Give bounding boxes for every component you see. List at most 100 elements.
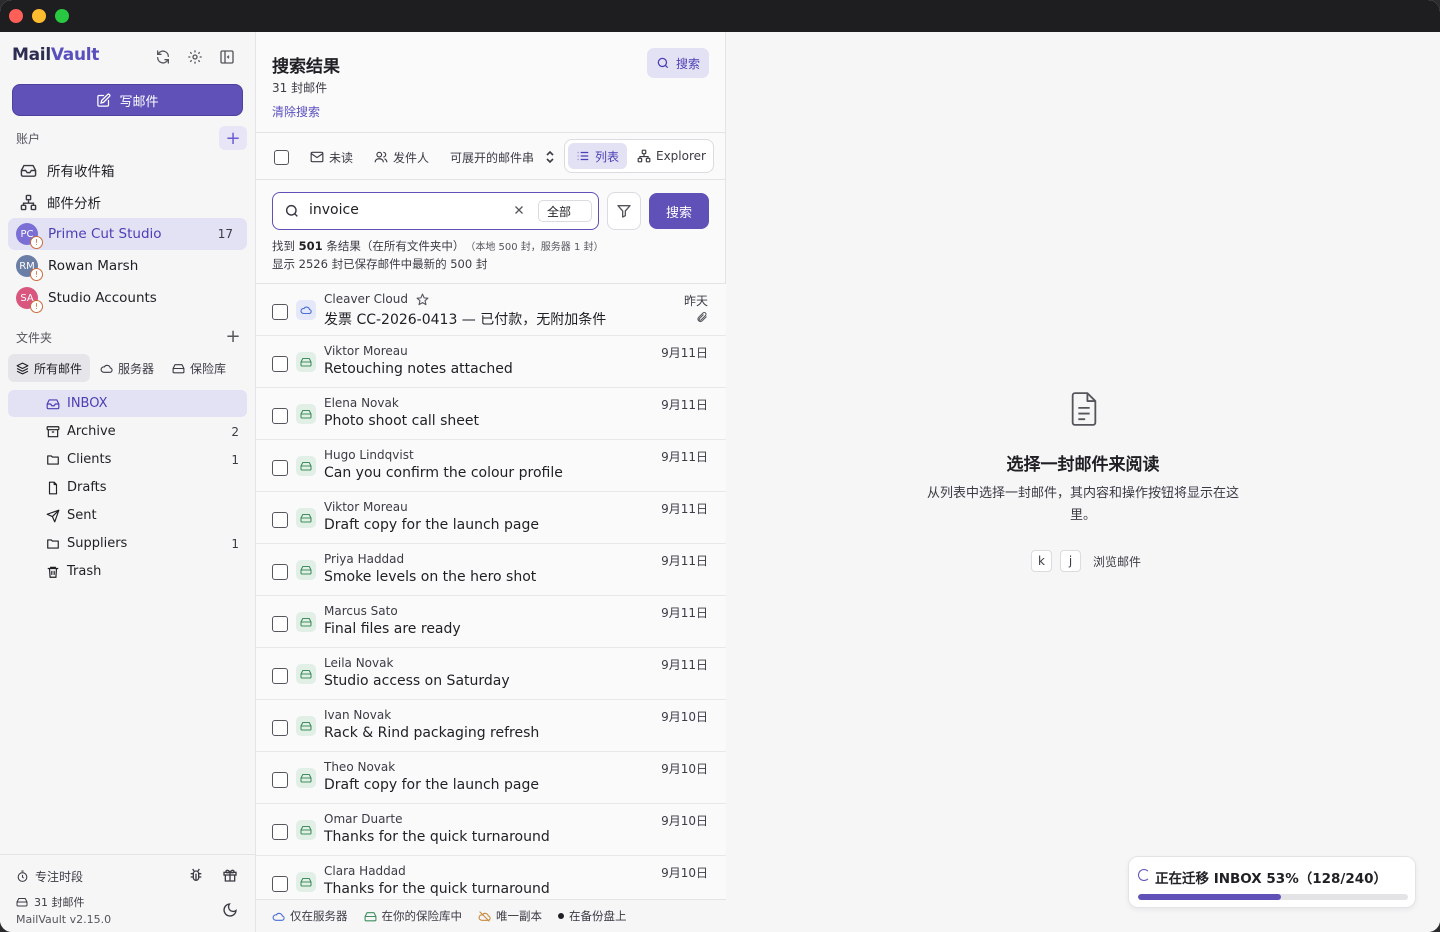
message-row[interactable]: Viktor Moreau Draft copy for the launch …: [256, 492, 726, 544]
tab-vault[interactable]: 保险库: [164, 354, 234, 382]
folder-item-drafts[interactable]: Drafts: [8, 474, 247, 501]
refresh-icon[interactable]: [152, 46, 174, 68]
focus-session-button[interactable]: 专注时段: [16, 868, 83, 885]
message-checkbox[interactable]: [272, 876, 288, 892]
star-icon[interactable]: [416, 293, 429, 306]
message-row[interactable]: Theo Novak Draft copy for the launch pag…: [256, 752, 726, 804]
folder-item-sent[interactable]: Sent: [8, 502, 247, 529]
tab-server[interactable]: 服务器: [92, 354, 162, 382]
minimize-window-button[interactable]: [32, 9, 46, 23]
avatar: PC!: [16, 223, 43, 249]
maximize-window-button[interactable]: [55, 9, 69, 23]
folder-item-inbox[interactable]: INBOX: [8, 390, 247, 417]
message-row[interactable]: Leila Novak Studio access on Saturday 9月…: [256, 648, 726, 700]
message-row[interactable]: Viktor Moreau Retouching notes attached …: [256, 336, 726, 388]
sidebar-toggle-icon[interactable]: [216, 46, 238, 68]
cloud-icon: [100, 362, 113, 375]
account-rowan-marsh[interactable]: RM! Rowan Marsh: [8, 250, 247, 282]
view-list-button[interactable]: 列表: [568, 143, 628, 169]
folder-count: 2: [231, 424, 239, 439]
add-account-button[interactable]: +: [219, 126, 247, 150]
search-scope-select[interactable]: 全部: [538, 200, 592, 222]
clear-query-icon[interactable]: [513, 204, 525, 216]
drive-icon: [296, 456, 316, 476]
message-sender: Marcus Sato: [324, 604, 398, 618]
clear-search-link[interactable]: 清除搜索: [272, 103, 320, 120]
filter-button[interactable]: [607, 192, 641, 230]
dark-mode-icon[interactable]: [222, 902, 238, 918]
keyboard-hint: k j 浏览邮件: [1031, 550, 1141, 572]
search-submit-button[interactable]: 搜索: [649, 193, 709, 229]
drive-icon: [296, 664, 316, 684]
message-row[interactable]: Hugo Lindqvist Can you confirm the colou…: [256, 440, 726, 492]
message-row[interactable]: Priya Haddad Smoke levels on the hero sh…: [256, 544, 726, 596]
results-summary: 找到 501 条结果（在所有文件夹中） （本地 500 封，服务器 1 封）: [272, 239, 604, 253]
legend-in-vault: 在你的保险库中: [364, 908, 462, 924]
message-checkbox[interactable]: [272, 408, 288, 424]
search-toggle-button[interactable]: 搜索: [647, 48, 709, 78]
message-checkbox[interactable]: [272, 356, 288, 372]
folder-label: Sent: [67, 508, 97, 523]
message-checkbox[interactable]: [272, 304, 288, 320]
folder-count: 1: [231, 536, 239, 551]
message-checkbox[interactable]: [272, 460, 288, 476]
chevron-updown-icon: [545, 150, 555, 164]
nav-all-inboxes[interactable]: 所有收件箱: [8, 154, 247, 186]
message-sender: Clara Haddad: [324, 864, 406, 878]
message-sender: Priya Haddad: [324, 552, 405, 566]
folder-label: INBOX: [67, 396, 108, 411]
account-prime-cut-studio[interactable]: PC! Prime Cut Studio 17: [8, 218, 247, 250]
message-checkbox[interactable]: [272, 512, 288, 528]
view-explorer-button[interactable]: Explorer: [629, 143, 714, 169]
message-row[interactable]: Elena Novak Photo shoot call sheet 9月11日: [256, 388, 726, 440]
message-subject: Draft copy for the launch page: [324, 777, 539, 793]
folder-item-clients[interactable]: Clients 1: [8, 446, 247, 473]
message-row[interactable]: Cleaver Cloud 发票 CC-2026-0413 — 已付款，无附加条…: [256, 284, 726, 336]
folder-item-suppliers[interactable]: Suppliers 1: [8, 530, 247, 557]
drive-icon: [296, 820, 316, 840]
message-sender: Leila Novak: [324, 656, 394, 670]
message-row[interactable]: Omar Duarte Thanks for the quick turnaro…: [256, 804, 726, 856]
message-row[interactable]: Clara Haddad Thanks for the quick turnar…: [256, 856, 726, 899]
sidebar-footer: 专注时段 31 封邮件 MailVault v2.15.0: [0, 854, 256, 932]
paperclip-icon: [696, 311, 708, 323]
folder-item-trash[interactable]: Trash: [8, 558, 247, 585]
compose-button[interactable]: 写邮件: [12, 84, 243, 116]
message-checkbox[interactable]: [272, 564, 288, 580]
nav-mail-analysis[interactable]: 邮件分析: [8, 186, 247, 218]
message-row[interactable]: Ivan Novak Rack & Rind packaging refresh…: [256, 700, 726, 752]
folders-label: 文件夹: [16, 331, 53, 345]
message-checkbox[interactable]: [272, 720, 288, 736]
results-note: 显示 2526 封已保存邮件中最新的 500 封: [272, 257, 488, 271]
select-all-checkbox[interactable]: [274, 145, 289, 169]
message-checkbox[interactable]: [272, 824, 288, 840]
unread-count: 17: [217, 227, 233, 241]
message-subject: Studio access on Saturday: [324, 673, 510, 689]
close-window-button[interactable]: [9, 9, 23, 23]
gift-icon[interactable]: [222, 867, 238, 883]
gear-icon[interactable]: [184, 46, 206, 68]
message-date: 昨天: [683, 294, 708, 308]
document-icon: [1070, 392, 1098, 426]
bug-icon[interactable]: [188, 867, 204, 883]
message-date: 9月11日: [661, 554, 708, 568]
message-date: 9月10日: [661, 814, 708, 828]
search-input[interactable]: [309, 202, 499, 218]
folder-item-archive[interactable]: Archive 2: [8, 418, 247, 445]
folder-label: Trash: [67, 564, 102, 579]
message-checkbox[interactable]: [272, 668, 288, 684]
add-folder-button[interactable]: +: [219, 324, 247, 348]
account-studio-accounts[interactable]: SA! Studio Accounts: [8, 282, 247, 314]
message-checkbox[interactable]: [272, 616, 288, 632]
filter-unread-button[interactable]: 未读: [310, 145, 353, 169]
tab-all-mail[interactable]: 所有邮件: [8, 354, 91, 382]
thread-mode-select[interactable]: 可展开的邮件串: [450, 145, 555, 169]
users-icon: [374, 150, 388, 164]
filter-sender-button[interactable]: 发件人: [374, 145, 429, 169]
trash-icon: [46, 565, 60, 579]
message-sender: Omar Duarte: [324, 812, 403, 826]
message-date: 9月10日: [661, 762, 708, 776]
message-checkbox[interactable]: [272, 772, 288, 788]
migration-progress-fill: [1138, 894, 1282, 900]
message-row[interactable]: Marcus Sato Final files are ready 9月11日: [256, 596, 726, 648]
